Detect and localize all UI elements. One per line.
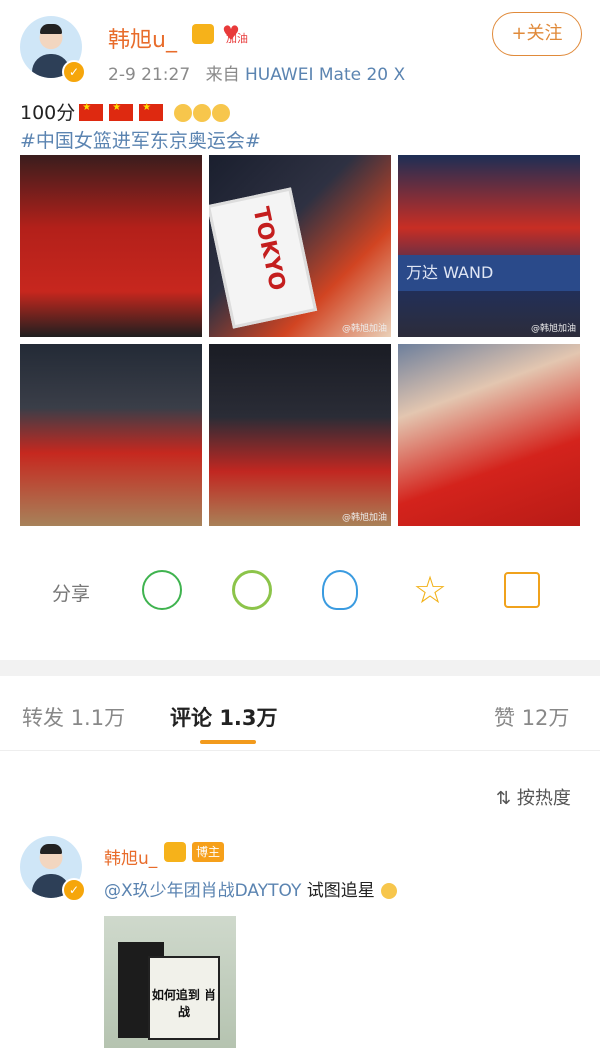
china-flag-icon [109, 102, 134, 121]
vip-crown-icon [164, 842, 186, 862]
doge-emoji-icon [381, 883, 398, 899]
post-photo-2[interactable]: TOKYO @韩旭加油 [209, 155, 391, 337]
tab-likes[interactable]: 赞 12万 [494, 702, 569, 732]
photo-watermark: @韩旭加油 [341, 513, 387, 523]
verified-badge-icon: ✓ [62, 60, 86, 84]
tokyo-card: TOKYO [209, 187, 318, 329]
post-photo-3[interactable]: 万达 WAND @韩旭加油 [398, 155, 580, 337]
china-flag-icon [79, 102, 104, 121]
moments-icon[interactable] [232, 570, 272, 610]
tab-repost[interactable]: 转发 1.1万 [22, 702, 125, 732]
thumbs-up-emoji-icon [193, 104, 212, 122]
active-tab-indicator [200, 740, 256, 744]
sort-icon: ⇅ [496, 788, 512, 809]
post-photo-4[interactable] [20, 344, 202, 526]
comment-image[interactable]: 如何追到 肖战 [104, 916, 236, 1048]
post-text: 100分 [20, 98, 231, 125]
vip-crown-icon [192, 24, 214, 44]
post-meta: 2-9 21:27 来自 HUAWEI Mate 20 X [108, 60, 405, 85]
share-label: 分享 [52, 583, 91, 605]
wanda-banner: 万达 WAND [398, 255, 580, 291]
post-photo-5[interactable]: @韩旭加油 [209, 344, 391, 526]
favorite-star-icon[interactable]: ☆ [410, 570, 450, 610]
plus-icon: + [511, 23, 527, 44]
post-device[interactable]: HUAWEI Mate 20 X [245, 65, 405, 85]
photo-watermark: @韩旭加油 [530, 324, 576, 334]
post-text-body: 100分 [20, 102, 76, 124]
post-time: 2-9 21:27 [108, 65, 191, 85]
tab-comments[interactable]: 评论 1.3万 [170, 702, 278, 732]
qq-icon[interactable] [322, 570, 358, 610]
poster-username[interactable]: 韩旭u_ [108, 22, 177, 54]
sort-by-hot[interactable]: ⇅ 按热度 [496, 784, 571, 810]
thumbs-up-emoji-icon [212, 104, 231, 122]
commenter-username[interactable]: 韩旭u_ [104, 844, 157, 869]
tab-divider [0, 750, 600, 751]
comment-text: @X玖少年团肖战DAYTOY 试图追星 [104, 876, 398, 901]
verified-badge-icon: ✓ [62, 878, 86, 902]
follow-button[interactable]: +关注 [492, 12, 582, 56]
post-photo-6[interactable] [398, 344, 580, 526]
fan-badge: 加油 [226, 32, 248, 45]
china-flag-icon [139, 102, 164, 121]
source-prefix: 来自 [205, 65, 240, 85]
save-image-icon[interactable] [504, 572, 540, 608]
photo-watermark: @韩旭加油 [341, 324, 387, 334]
section-divider [0, 660, 600, 676]
hashtag-link[interactable]: #中国女篮进军东京奥运会# [20, 126, 261, 153]
mention-link[interactable]: @X玖少年团肖战DAYTOY [104, 881, 301, 901]
post-photo-1[interactable] [20, 155, 202, 337]
meme-caption: 如何追到 肖战 [151, 988, 217, 1019]
wechat-icon[interactable] [142, 570, 182, 610]
thumbs-up-emoji-icon [174, 104, 193, 122]
author-badge: 博主 [192, 842, 224, 862]
